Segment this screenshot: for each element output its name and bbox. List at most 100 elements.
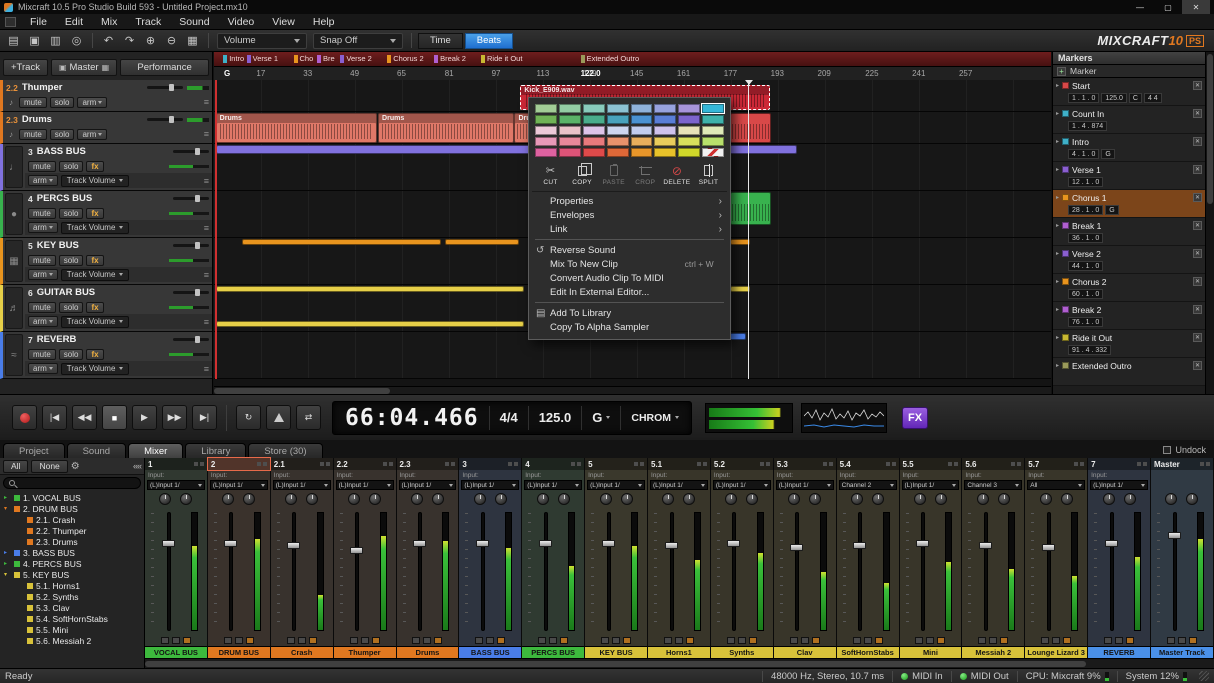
eq-knob[interactable] [537, 493, 549, 505]
volume-fader[interactable] [544, 512, 548, 631]
channel-name[interactable]: Clav [774, 646, 836, 658]
context-menu-item[interactable]: Mix To New Clip ctrl + W › [532, 257, 727, 271]
arm-button[interactable]: arm [28, 222, 58, 233]
color-swatch[interactable] [535, 126, 557, 135]
rewind-button[interactable]: ◀◀ [72, 405, 97, 430]
pan-knob[interactable] [746, 493, 758, 505]
menu-item[interactable]: File [21, 14, 56, 30]
color-swatch[interactable] [678, 126, 700, 135]
eq-knob[interactable] [348, 493, 360, 505]
mute-button[interactable] [161, 637, 169, 644]
redo-icon[interactable]: ↷ [120, 32, 139, 50]
track-header[interactable]: ▦ 5 KEY BUS mute solo fx [0, 238, 212, 285]
fader-cap[interactable] [790, 544, 803, 551]
color-swatch[interactable] [583, 104, 605, 113]
marker-position[interactable]: 44 . 1 . 0 [1068, 261, 1103, 271]
input-select[interactable]: (L)Input 1/ [147, 480, 205, 490]
fx-button[interactable] [1000, 637, 1008, 644]
tab[interactable]: Sound [67, 443, 126, 458]
mixer-channel-strip[interactable]: 5.4 Input: Channel 2 [837, 458, 900, 658]
solo-button[interactable]: solo [59, 208, 84, 219]
mixer-tree-item[interactable]: 5.5. Mini [0, 624, 144, 635]
solo-button[interactable] [612, 637, 620, 644]
timeline-marker[interactable]: Bre [317, 54, 335, 63]
pan-knob[interactable] [432, 493, 444, 505]
timeline-marker[interactable]: Extended Outro [581, 54, 640, 63]
fx-button[interactable] [686, 637, 694, 644]
color-swatch[interactable] [535, 104, 557, 113]
scrollbar-thumb[interactable] [145, 661, 1086, 667]
mute-button[interactable]: mute [28, 255, 56, 266]
mute-button[interactable] [1104, 637, 1112, 644]
mute-button[interactable] [1041, 637, 1049, 644]
channel-name[interactable]: DRUM BUS [208, 646, 270, 658]
arm-button[interactable]: arm [28, 269, 58, 280]
eq-knob[interactable] [222, 493, 234, 505]
channel-options-icon[interactable] [697, 462, 707, 466]
channel-options-icon[interactable] [445, 462, 455, 466]
marker-position[interactable]: 91 . 4 . 332 [1068, 345, 1111, 355]
color-swatch[interactable] [559, 115, 581, 124]
track-volume-slider[interactable] [173, 291, 209, 294]
eq-knob[interactable] [1165, 493, 1177, 505]
track-header[interactable]: 2.2 Thumper ♪ mute solo arm ≡ [0, 80, 212, 112]
undock-toggle[interactable]: Undock [1163, 445, 1214, 458]
color-swatch[interactable] [559, 104, 581, 113]
delete-marker-button[interactable]: ✕ [1193, 109, 1202, 118]
color-swatch[interactable] [607, 137, 629, 146]
timeline-marker[interactable]: Break 2 [434, 54, 466, 63]
pan-knob[interactable] [1124, 493, 1136, 505]
add-track-button[interactable]: +Track [3, 59, 48, 76]
mute-button[interactable] [287, 637, 295, 644]
menu-item[interactable]: Mix [92, 14, 126, 30]
context-menu-item[interactable]: Convert Audio Clip To MIDI › [532, 271, 727, 285]
color-swatch[interactable] [535, 115, 557, 124]
volume-fader[interactable] [229, 512, 233, 631]
timeline-ruler[interactable]: Intro Verse 1 Cho Bre [214, 52, 1051, 80]
solo-button[interactable]: solo [50, 97, 75, 108]
midi-editor-icon[interactable]: ▦ [183, 32, 202, 50]
master-track-button[interactable]: ▣Master▦ [51, 59, 117, 76]
marker-position[interactable]: 1 . 4 . 874 [1068, 121, 1107, 131]
fx-button[interactable] [1126, 637, 1134, 644]
channel-name[interactable]: REVERB [1088, 646, 1150, 658]
color-swatch[interactable] [607, 104, 629, 113]
audio-clip[interactable] [730, 239, 749, 245]
marker-tempo[interactable]: 125.0 [1101, 93, 1127, 103]
skip-to-start-button[interactable]: |◀ [42, 405, 67, 430]
context-menu-item[interactable]: Envelopes › [532, 208, 727, 222]
pan-knob[interactable] [306, 493, 318, 505]
color-swatch[interactable] [607, 126, 629, 135]
mixer-tree-item[interactable]: 5.6. Messiah 2 [0, 635, 144, 646]
marker-position[interactable]: 60 . 1 . 0 [1068, 289, 1103, 299]
pan-knob[interactable] [180, 493, 192, 505]
fader-cap[interactable] [979, 542, 992, 549]
pan-knob[interactable] [1186, 493, 1198, 505]
mixer-tree-item[interactable]: 5.1. Horns1 [0, 580, 144, 591]
fx-button[interactable] [1063, 637, 1071, 644]
solo-button[interactable]: solo [59, 255, 84, 266]
track-menu-icon[interactable]: ≡ [204, 176, 209, 186]
color-swatch[interactable] [654, 104, 676, 113]
fader-cap[interactable] [350, 547, 363, 554]
fx-button[interactable]: fx [86, 255, 103, 266]
eq-knob[interactable] [851, 493, 863, 505]
search-input[interactable] [3, 477, 141, 489]
fast-forward-button[interactable]: ▶▶ [162, 405, 187, 430]
marker-key[interactable]: G [1105, 205, 1118, 215]
mixer-channel-strip[interactable]: 5.2 Input: (L)Input 1/ [711, 458, 774, 658]
solo-button[interactable] [235, 637, 243, 644]
fader-cap[interactable] [539, 540, 552, 547]
fader-cap[interactable] [1168, 532, 1181, 539]
mixer-channel-strip[interactable]: 2.2 Input: (L)Input 1/ [334, 458, 397, 658]
channel-name[interactable]: VOCAL BUS [145, 646, 207, 658]
volume-fader[interactable] [1110, 512, 1114, 631]
pan-knob[interactable] [872, 493, 884, 505]
track-volume-slider[interactable] [173, 244, 209, 247]
gear-icon[interactable]: ⚙ [71, 461, 80, 472]
input-select[interactable]: (L)Input 1/ [587, 480, 645, 490]
channel-name[interactable]: KEY BUS [585, 646, 647, 658]
key-change-marker[interactable]: G [224, 69, 230, 78]
input-select[interactable]: (L)Input 1/ [336, 480, 394, 490]
menu-item[interactable]: Track [126, 14, 170, 30]
